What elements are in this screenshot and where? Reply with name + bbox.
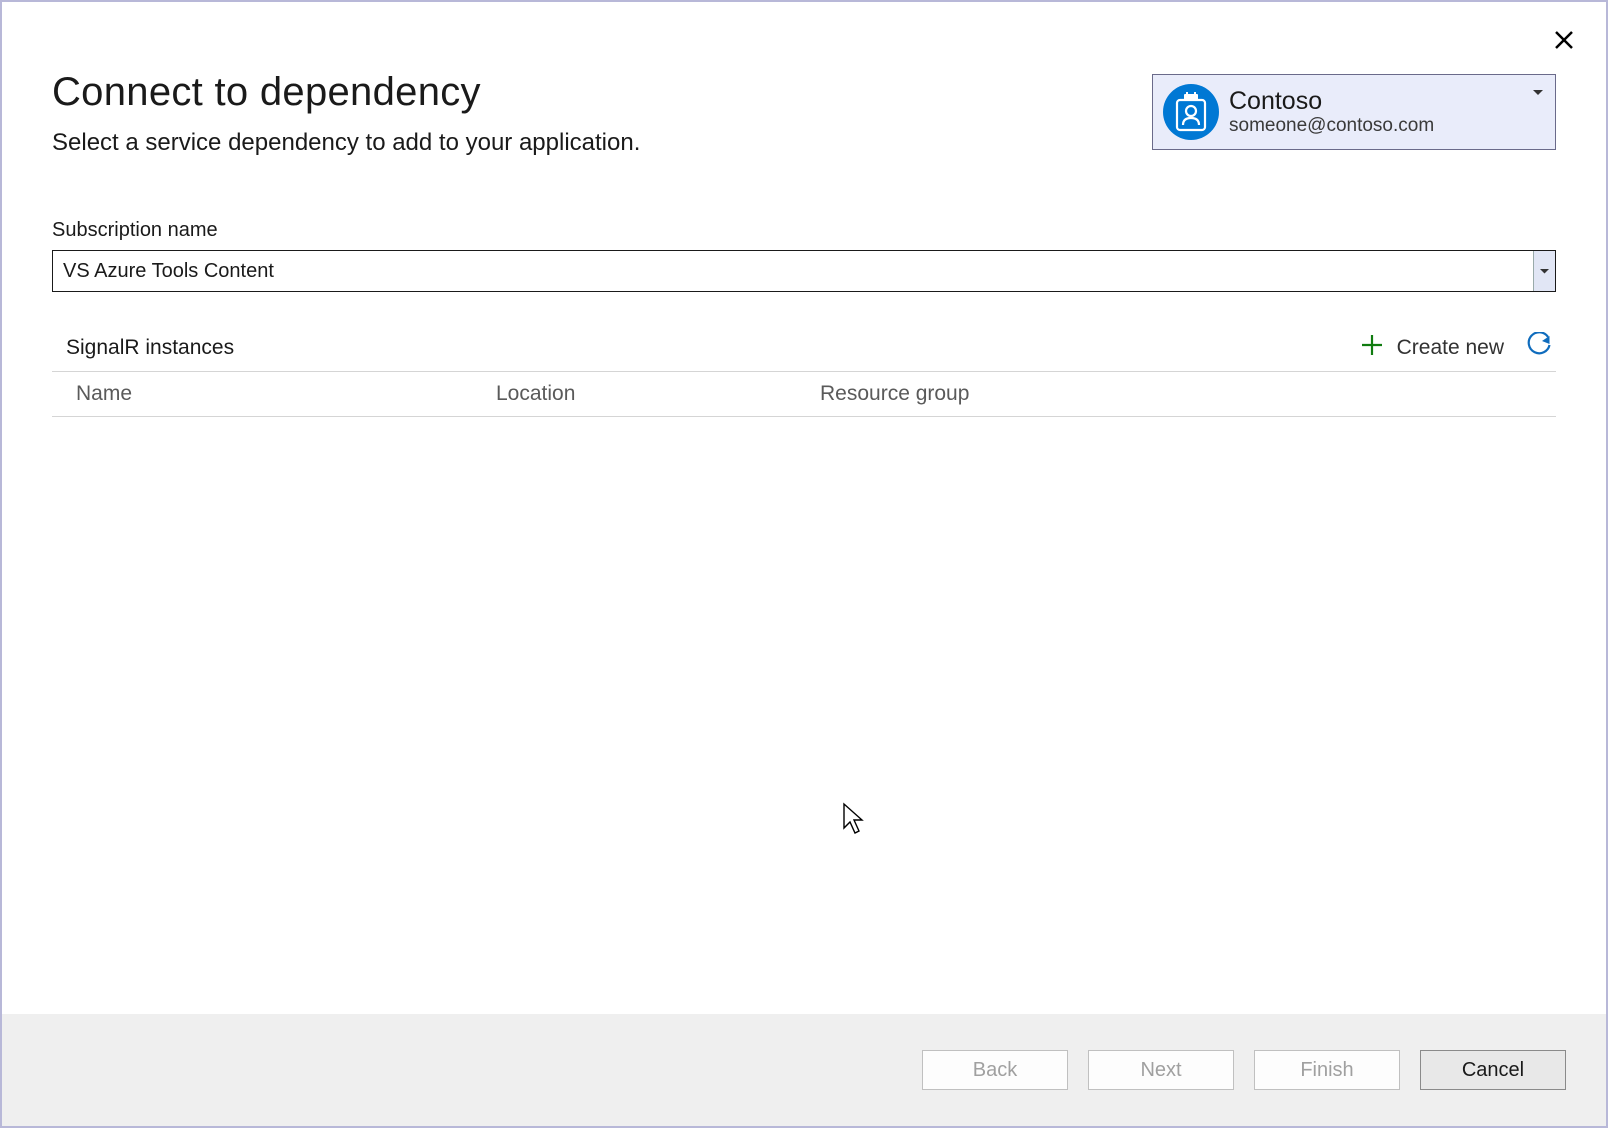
dialog-footer: Back Next Finish Cancel [2, 1014, 1606, 1126]
subscription-label: Subscription name [52, 219, 1556, 242]
dialog-subtitle: Select a service dependency to add to yo… [52, 129, 640, 157]
instances-actions: Create new [1361, 332, 1552, 363]
finish-button: Finish [1254, 1050, 1400, 1090]
dialog-content: Connect to dependency Select a service d… [2, 2, 1606, 1014]
refresh-button[interactable] [1526, 332, 1552, 363]
cancel-button[interactable]: Cancel [1420, 1050, 1566, 1090]
close-icon [1554, 30, 1574, 50]
create-new-button[interactable]: Create new [1361, 334, 1504, 362]
column-name[interactable]: Name [76, 382, 496, 406]
dialog-title: Connect to dependency [52, 70, 640, 115]
account-badge-icon [1163, 84, 1219, 140]
instances-header: SignalR instances Create new [52, 332, 1556, 372]
chevron-down-icon [1540, 269, 1549, 274]
close-button[interactable] [1550, 26, 1578, 54]
column-resource-group[interactable]: Resource group [820, 382, 1556, 406]
connect-dependency-dialog: Connect to dependency Select a service d… [0, 0, 1608, 1128]
instances-table-header: Name Location Resource group [52, 372, 1556, 417]
account-selector[interactable]: Contoso someone@contoso.com [1152, 74, 1556, 150]
subscription-dropdown[interactable]: VS Azure Tools Content [52, 250, 1556, 292]
instances-label: SignalR instances [66, 336, 234, 360]
account-email: someone@contoso.com [1229, 115, 1523, 137]
column-location[interactable]: Location [496, 382, 820, 406]
chevron-down-icon [1533, 90, 1543, 96]
account-org: Contoso [1229, 87, 1523, 116]
subscription-dropdown-button[interactable] [1533, 251, 1555, 291]
back-button: Back [922, 1050, 1068, 1090]
next-button: Next [1088, 1050, 1234, 1090]
plus-icon [1361, 334, 1383, 362]
refresh-icon [1526, 332, 1552, 358]
subscription-value: VS Azure Tools Content [53, 251, 1533, 291]
account-dropdown-toggle[interactable] [1533, 83, 1547, 101]
create-new-label: Create new [1397, 336, 1504, 360]
account-text: Contoso someone@contoso.com [1229, 87, 1523, 138]
